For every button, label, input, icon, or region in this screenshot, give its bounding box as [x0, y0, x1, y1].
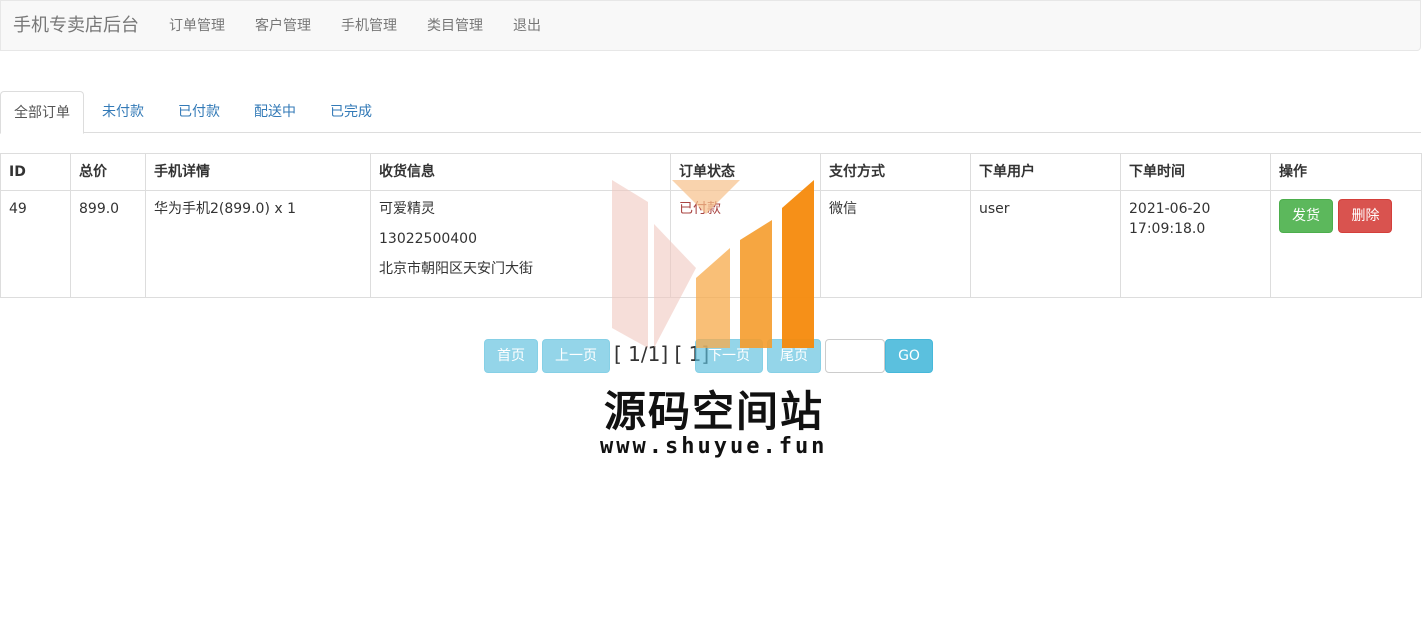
header-actions: 操作: [1270, 153, 1422, 191]
header-total: 总价: [70, 153, 146, 191]
order-date: 2021-06-20: [1129, 201, 1211, 217]
cell-phone-detail: 华为手机2(899.0) x 1: [145, 190, 371, 298]
receiver-name: 可爱精灵: [379, 201, 435, 217]
cell-order-time: 2021-06-20 17:09:18.0: [1120, 190, 1271, 298]
cell-id: 49: [0, 190, 71, 298]
header-phone-detail: 手机详情: [145, 153, 371, 191]
next-page-button[interactable]: 下一页: [695, 339, 763, 373]
watermark-title: 源码空间站: [604, 387, 825, 436]
nav-customers[interactable]: 客户管理: [255, 17, 311, 35]
cell-actions: 发货 删除: [1270, 190, 1422, 298]
delete-button[interactable]: 删除: [1338, 199, 1393, 233]
table-row: 49 899.0 华为手机2(899.0) x 1 可爱精灵 130225004…: [0, 190, 1422, 298]
receiver-phone: 13022500400: [379, 231, 477, 247]
order-status-tabs: 全部订单 未付款 已付款 配送中 已完成: [0, 91, 1421, 134]
order-time: 17:09:18.0: [1129, 221, 1206, 237]
nav-phones[interactable]: 手机管理: [341, 17, 397, 35]
table-header-row: ID 总价 手机详情 收货信息 订单状态 支付方式 下单用户 下单时间 操作: [0, 153, 1422, 191]
page-number-input[interactable]: [825, 339, 885, 373]
ship-button[interactable]: 发货: [1279, 199, 1333, 233]
receiver-address: 北京市朝阳区天安门大街: [379, 261, 533, 277]
header-id: ID: [0, 153, 71, 191]
last-page-button[interactable]: 尾页: [767, 339, 821, 373]
header-shipping-info: 收货信息: [370, 153, 671, 191]
header-order-status: 订单状态: [670, 153, 821, 191]
nav-orders[interactable]: 订单管理: [169, 17, 225, 35]
tab-unpaid[interactable]: 未付款: [88, 91, 158, 133]
watermark-url: www.shuyue.fun: [600, 434, 828, 459]
go-button[interactable]: GO: [885, 339, 933, 373]
header-order-time: 下单时间: [1120, 153, 1271, 191]
prev-page-button[interactable]: 上一页: [542, 339, 610, 373]
status-text: 已付款: [679, 201, 721, 217]
tab-completed[interactable]: 已完成: [316, 91, 386, 133]
orders-table: ID 总价 手机详情 收货信息 订单状态 支付方式 下单用户 下单时间 操作 4…: [0, 153, 1422, 298]
first-page-button[interactable]: 首页: [484, 339, 538, 373]
cell-order-status: 已付款: [670, 190, 821, 298]
brand-title[interactable]: 手机专卖店后台: [13, 14, 139, 38]
header-payment-method: 支付方式: [820, 153, 971, 191]
tab-shipping[interactable]: 配送中: [240, 91, 310, 133]
cell-shipping-info: 可爱精灵 13022500400 北京市朝阳区天安门大街: [370, 190, 671, 298]
cell-total: 899.0: [70, 190, 146, 298]
top-navbar: 手机专卖店后台 订单管理 客户管理 手机管理 类目管理 退出: [0, 0, 1421, 51]
tab-all-orders[interactable]: 全部订单: [0, 91, 84, 134]
nav-logout[interactable]: 退出: [513, 17, 541, 35]
header-order-user: 下单用户: [970, 153, 1121, 191]
cell-order-user: user: [970, 190, 1121, 298]
cell-payment-method: 微信: [820, 190, 971, 298]
nav-categories[interactable]: 类目管理: [427, 17, 483, 35]
tab-paid[interactable]: 已付款: [164, 91, 234, 133]
